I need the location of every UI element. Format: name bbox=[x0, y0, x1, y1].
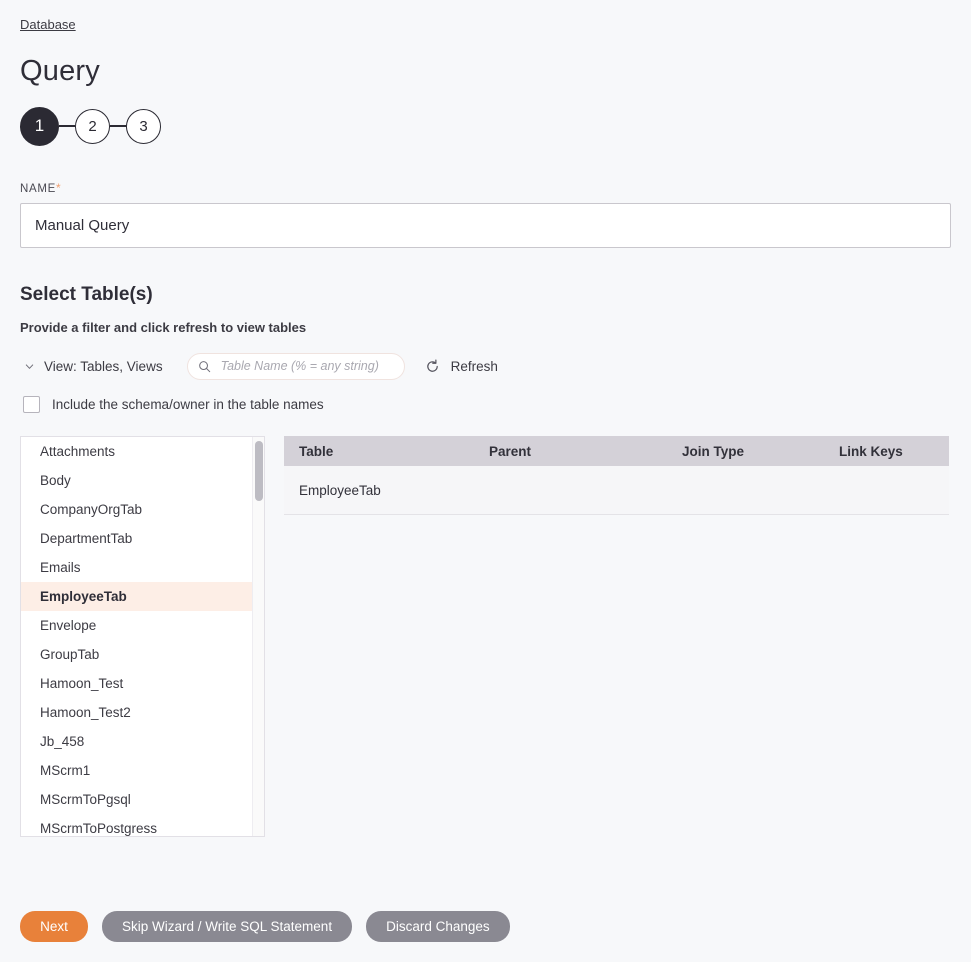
list-item-label: Envelope bbox=[40, 618, 97, 633]
list-item[interactable]: GroupTab bbox=[21, 640, 264, 669]
available-tables-list-items: Attachments Body CompanyOrgTab Departmen… bbox=[21, 437, 264, 836]
list-item-label: Attachments bbox=[40, 444, 116, 459]
chevron-down-icon bbox=[25, 363, 34, 369]
breadcrumb: Database bbox=[20, 0, 951, 33]
search-icon bbox=[198, 360, 210, 372]
list-item[interactable]: Hamoon_Test2 bbox=[21, 698, 264, 727]
selected-tables-table: Table Parent Join Type Link Keys Employe… bbox=[284, 436, 949, 515]
breadcrumb-link-database[interactable]: Database bbox=[20, 17, 76, 32]
available-tables-list[interactable]: Attachments Body CompanyOrgTab Departmen… bbox=[20, 436, 265, 837]
list-item[interactable]: CompanyOrgTab bbox=[21, 495, 264, 524]
refresh-icon bbox=[426, 359, 438, 372]
column-header-join-type: Join Type bbox=[682, 443, 745, 459]
list-item[interactable]: Hamoon_Test bbox=[21, 669, 264, 698]
table-header-row: Table Parent Join Type Link Keys bbox=[284, 436, 949, 466]
view-toggle-label: View: Tables, Views bbox=[44, 358, 163, 374]
select-tables-title: Select Table(s) bbox=[20, 284, 153, 305]
name-field-label: NAME* bbox=[20, 181, 951, 195]
footer-actions: Next Skip Wizard / Write SQL Statement D… bbox=[20, 911, 510, 942]
list-item[interactable]: Emails bbox=[21, 553, 264, 582]
stepper-connector-2 bbox=[110, 125, 126, 127]
list-item-label: Hamoon_Test bbox=[40, 676, 124, 691]
name-label-text: NAME bbox=[20, 183, 57, 195]
table-row[interactable]: EmployeeTab bbox=[284, 466, 949, 515]
stepper-step-3-label: 3 bbox=[139, 117, 148, 135]
stepper-step-2[interactable]: 2 bbox=[75, 108, 110, 144]
stepper-step-2-label: 2 bbox=[88, 117, 97, 135]
list-item[interactable]: MScrmToPgsql bbox=[21, 785, 264, 814]
skip-wizard-button[interactable]: Skip Wizard / Write SQL Statement bbox=[102, 911, 353, 942]
select-tables-subtitle: Provide a filter and click refresh to vi… bbox=[20, 320, 307, 335]
query-wizard-page: Database Query 1 2 3 NAME* Select Table(… bbox=[0, 0, 971, 837]
list-item-label: DepartmentTab bbox=[40, 531, 133, 546]
stepper-step-1[interactable]: 1 bbox=[20, 106, 59, 146]
wizard-stepper: 1 2 3 bbox=[20, 106, 951, 146]
list-item-label: GroupTab bbox=[40, 647, 100, 662]
list-item-label: CompanyOrgTab bbox=[40, 502, 143, 517]
search-input[interactable] bbox=[218, 358, 394, 374]
include-schema-checkbox[interactable] bbox=[23, 396, 40, 413]
list-item-label: Body bbox=[40, 473, 71, 488]
refresh-button[interactable]: Refresh bbox=[425, 359, 498, 374]
list-item[interactable]: Jb_458 bbox=[21, 727, 264, 756]
include-schema-label: Include the schema/owner in the table na… bbox=[52, 397, 324, 412]
stepper-connector-1 bbox=[59, 125, 75, 127]
list-item-label: Jb_458 bbox=[40, 734, 85, 749]
list-item[interactable]: Body bbox=[21, 466, 264, 495]
tables-split-area: Attachments Body CompanyOrgTab Departmen… bbox=[20, 436, 951, 837]
list-item-label: MScrm1 bbox=[40, 763, 91, 778]
page-title: Query bbox=[20, 55, 100, 87]
list-item[interactable]: Attachments bbox=[21, 437, 264, 466]
list-item[interactable]: DepartmentTab bbox=[21, 524, 264, 553]
list-item-selected[interactable]: EmployeeTab bbox=[21, 582, 264, 611]
stepper-step-1-label: 1 bbox=[34, 116, 45, 135]
include-schema-row: Include the schema/owner in the table na… bbox=[23, 396, 951, 413]
list-item-label: MScrmToPostgress bbox=[40, 821, 158, 836]
view-toggle[interactable]: View: Tables, Views bbox=[24, 359, 163, 374]
refresh-label: Refresh bbox=[450, 358, 498, 374]
list-item[interactable]: Envelope bbox=[21, 611, 264, 640]
list-item-label: Emails bbox=[40, 560, 81, 575]
filter-row: View: Tables, Views Refresh bbox=[20, 352, 951, 380]
table-list-scrollbar[interactable] bbox=[252, 437, 264, 836]
list-item[interactable]: MScrm1 bbox=[21, 756, 264, 785]
list-item-label: EmployeeTab bbox=[40, 589, 127, 604]
list-item[interactable]: MScrmToPostgress bbox=[21, 814, 264, 836]
column-header-parent: Parent bbox=[489, 443, 532, 459]
list-item-label: MScrmToPgsql bbox=[40, 792, 131, 807]
next-button[interactable]: Next bbox=[20, 911, 88, 942]
required-marker: * bbox=[56, 181, 62, 195]
column-header-link-keys: Link Keys bbox=[839, 443, 903, 459]
cell-table: EmployeeTab bbox=[299, 482, 381, 498]
table-filter-search[interactable] bbox=[186, 352, 405, 380]
name-input[interactable] bbox=[20, 203, 951, 248]
stepper-step-3[interactable]: 3 bbox=[126, 108, 161, 144]
table-list-scroll-thumb[interactable] bbox=[255, 441, 263, 501]
column-header-table: Table bbox=[299, 443, 334, 459]
list-item-label: Hamoon_Test2 bbox=[40, 705, 131, 720]
discard-changes-button[interactable]: Discard Changes bbox=[366, 911, 510, 942]
